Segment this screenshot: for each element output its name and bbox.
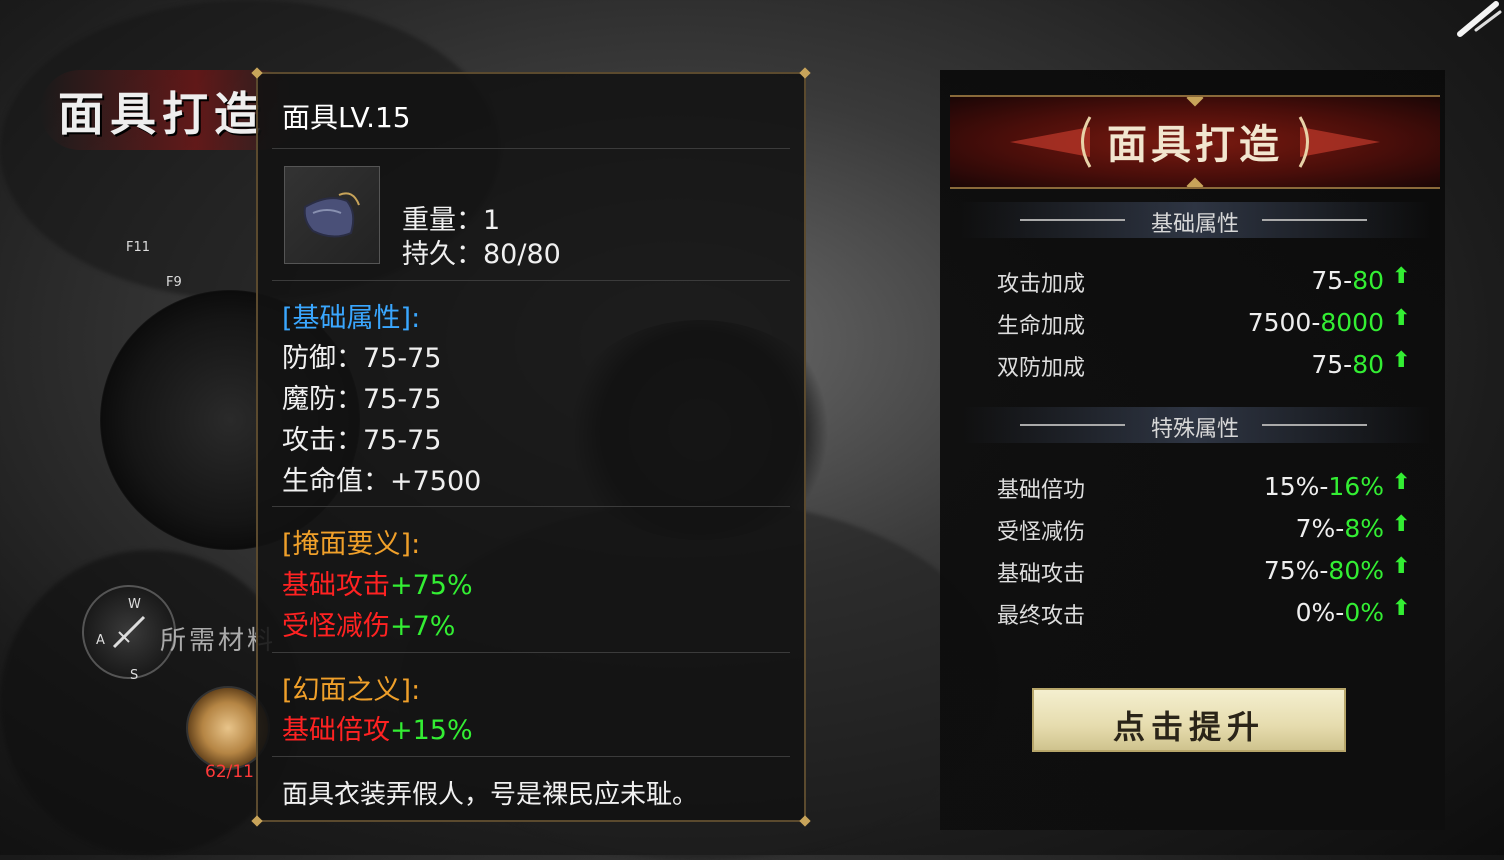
- bonus-value: +7%: [390, 611, 456, 642]
- upgrade-button-label: 点击提升: [1112, 708, 1265, 746]
- divider: [272, 506, 790, 507]
- item-durability: 持久：80/80: [402, 239, 561, 270]
- divider: [272, 148, 790, 149]
- attr-value: 0%-0%: [1296, 598, 1384, 627]
- attr-value: 7500-8000: [1248, 308, 1384, 337]
- upgrade-button[interactable]: 点击提升: [1032, 688, 1346, 752]
- attr-to: 80%: [1328, 556, 1384, 585]
- attr-to: 80: [1352, 350, 1384, 379]
- attr-from: 75-: [1311, 350, 1353, 379]
- floor-label-f11[interactable]: F11: [126, 240, 150, 255]
- attr-value: 15%-16%: [1264, 472, 1384, 501]
- attr-name: 生命加成: [997, 314, 1086, 339]
- attr-value: 75-80: [1311, 266, 1384, 295]
- attr-value: 75%-80%: [1264, 556, 1384, 585]
- arrow-up-icon: ⬆: [1392, 348, 1411, 373]
- stat-attack: 攻击：75-75: [282, 425, 442, 456]
- attr-to: 80: [1352, 266, 1384, 295]
- attr-from: 15%-: [1263, 472, 1329, 501]
- attr-from: 7500-: [1247, 308, 1321, 337]
- arrow-up-icon: ⬆: [1392, 470, 1411, 495]
- stat-hp: 生命值：+7500: [282, 466, 482, 497]
- brush-close-icon[interactable]: [1456, 0, 1504, 40]
- compass-w: W: [128, 597, 141, 612]
- base-attributes-header: [基础属性]:: [282, 303, 421, 334]
- forge-title: 面具打造: [1107, 121, 1283, 168]
- compass-a: A: [96, 633, 105, 648]
- attr-value: 75-80: [1311, 350, 1384, 379]
- set1-header: [掩面要义]:: [282, 529, 421, 560]
- divider: [272, 280, 790, 281]
- attr-from: 75%-: [1263, 556, 1329, 585]
- divider: [272, 756, 790, 757]
- arrow-up-icon: ⬆: [1392, 306, 1411, 331]
- divider: [272, 652, 790, 653]
- attr-value: 7%-8%: [1296, 514, 1384, 543]
- attr-name: 最终攻击: [997, 604, 1086, 629]
- attr-name: 双防加成: [997, 356, 1086, 381]
- item-tooltip: 面具LV.15 重量：1 持久：80/80 [基础属性]: 防御：75-75 魔…: [251, 67, 811, 827]
- bonus-name: 受怪减伤: [282, 611, 390, 642]
- attr-to: 8000: [1320, 308, 1384, 337]
- attr-to: 0%: [1344, 598, 1384, 627]
- set1-bonus: 受怪减伤+7%: [282, 604, 455, 643]
- attr-name: 攻击加成: [997, 272, 1086, 297]
- arrow-up-icon: ⬆: [1392, 596, 1411, 621]
- sword-icon: [112, 615, 146, 649]
- mask-icon: [303, 192, 360, 238]
- set2-bonus: 基础倍攻+15%: [282, 708, 473, 747]
- item-icon-slot: [284, 166, 380, 264]
- stat-magic-defense: 魔防：75-75: [282, 384, 442, 415]
- attr-from: 7%-: [1295, 514, 1345, 543]
- arrow-up-icon: ⬆: [1392, 512, 1411, 537]
- set1-bonus: 基础攻击+75%: [282, 563, 473, 602]
- compass-s: S: [130, 668, 139, 683]
- item-name: 面具LV.15: [282, 101, 411, 134]
- attr-to: 8%: [1344, 514, 1384, 543]
- bonus-value: +75%: [390, 570, 473, 601]
- page-title: 面具打造: [58, 87, 266, 141]
- item-description: 面具衣装弄假人，号是裸民应未耻。: [282, 780, 699, 810]
- attr-name: 受怪减伤: [997, 520, 1086, 545]
- floor-label-f9[interactable]: F9: [166, 275, 182, 290]
- attr-from: 0%-: [1295, 598, 1345, 627]
- set2-header: [幻面之义]:: [282, 675, 421, 706]
- arrow-up-icon: ⬆: [1392, 554, 1411, 579]
- base-attributes-section-title: 基础属性: [1150, 212, 1239, 237]
- attr-name: 基础攻击: [997, 562, 1086, 587]
- attr-from: 75-: [1311, 266, 1353, 295]
- attr-to: 16%: [1328, 472, 1384, 501]
- bonus-name: 基础攻击: [282, 570, 390, 601]
- special-attributes-section-title: 特殊属性: [1150, 417, 1239, 442]
- material-count: 62/11: [205, 762, 254, 782]
- stat-defense: 防御：75-75: [282, 343, 442, 374]
- arrow-up-icon: ⬆: [1392, 264, 1411, 289]
- attr-name: 基础倍功: [997, 478, 1086, 503]
- bonus-value: +15%: [390, 715, 473, 746]
- bonus-name: 基础倍攻: [282, 715, 390, 746]
